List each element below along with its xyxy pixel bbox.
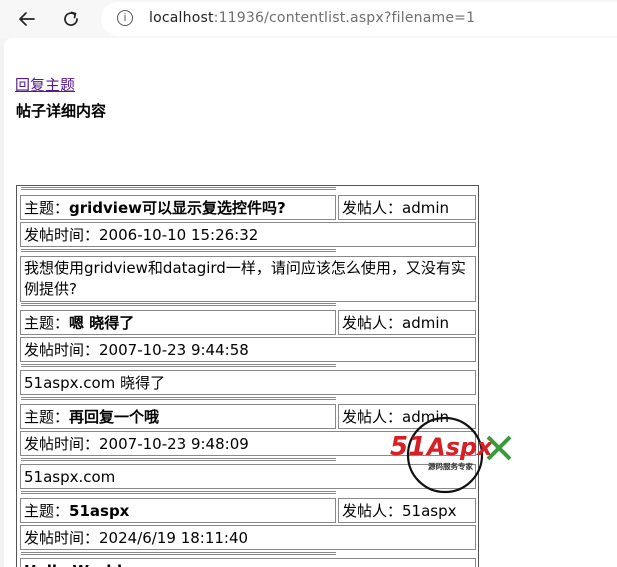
post-time-cell: 发帖时间：2024/6/19 18:11:40 bbox=[20, 525, 476, 550]
post-poster: 51aspx bbox=[402, 502, 457, 520]
post-time: 2007-10-23 9:44:58 bbox=[99, 341, 249, 359]
post-subject: 再回复一个哦 bbox=[69, 408, 160, 426]
reload-button[interactable] bbox=[56, 4, 86, 34]
watermark-tagline: 源码服务专家 bbox=[428, 461, 473, 471]
separator-line bbox=[21, 249, 336, 252]
subject-label: 主题： bbox=[24, 199, 70, 217]
time-label: 发帖时间： bbox=[24, 226, 100, 244]
site-info-icon[interactable]: i bbox=[117, 10, 133, 26]
page-content: 回复主题 帖子详细内容 主题：gridview可以显示复选控件吗? 发帖人：ad… bbox=[4, 38, 617, 567]
post-time-cell: 发帖时间：2006-10-10 15:26:32 bbox=[20, 222, 476, 247]
watermark-51: 51 bbox=[390, 432, 426, 462]
post-subject: gridview可以显示复选控件吗? bbox=[69, 199, 286, 217]
post-time: 2007-10-23 9:48:09 bbox=[99, 435, 249, 453]
subject-label: 主题： bbox=[24, 314, 70, 332]
reload-icon bbox=[64, 11, 78, 26]
post-subject-cell: 主题：再回复一个哦 bbox=[20, 404, 336, 429]
address-bar[interactable]: i localhost:11936/contentlist.aspx?filen… bbox=[101, 2, 617, 36]
separator-line bbox=[21, 303, 336, 306]
post-content-cell: Hello World bbox=[20, 558, 476, 567]
post-time: 2024/6/19 18:11:40 bbox=[99, 529, 249, 547]
post-content-cell: 我想使用gridview和datagird一样，请问应该怎么使用，又没有实例提供… bbox=[20, 256, 476, 302]
poster-label: 发帖人： bbox=[342, 502, 403, 520]
poster-label: 发帖人： bbox=[342, 314, 403, 332]
post-subject-cell: 主题：嗯 晓得了 bbox=[20, 310, 336, 335]
watermark-aspx: Aspx bbox=[425, 433, 494, 461]
reply-topic-link[interactable]: 回复主题 bbox=[15, 74, 75, 95]
post-subject-cell: 主题：51aspx bbox=[20, 498, 336, 523]
post-content-cell: 51aspx.com 晓得了 bbox=[20, 370, 476, 395]
post-poster: admin bbox=[402, 199, 450, 217]
time-label: 发帖时间： bbox=[24, 435, 100, 453]
post-list-table: 主题：gridview可以显示复选控件吗? 发帖人：admin 发帖时间：200… bbox=[16, 185, 479, 567]
separator-line bbox=[21, 552, 336, 555]
post-poster: admin bbox=[402, 314, 450, 332]
separator-line bbox=[21, 397, 336, 400]
poster-label: 发帖人： bbox=[342, 199, 403, 217]
subject-label: 主题： bbox=[24, 502, 70, 520]
post-subject: 51aspx bbox=[69, 502, 130, 520]
subject-label: 主题： bbox=[24, 408, 70, 426]
51aspx-watermark-logo: 51 Aspx 源码服务专家 bbox=[390, 416, 512, 494]
post-subject: 嗯 晓得了 bbox=[69, 314, 135, 332]
post-subject-cell: 主题：gridview可以显示复选控件吗? bbox=[20, 195, 336, 220]
post-time-cell: 发帖时间：2007-10-23 9:44:58 bbox=[20, 337, 476, 362]
separator-line bbox=[21, 364, 336, 367]
back-arrow-icon bbox=[19, 12, 35, 26]
url-host: localhost bbox=[149, 10, 214, 26]
separator-line bbox=[21, 491, 336, 494]
browser-toolbar: i localhost:11936/contentlist.aspx?filen… bbox=[0, 0, 617, 38]
time-label: 发帖时间： bbox=[24, 341, 100, 359]
separator-line bbox=[21, 187, 336, 190]
url-path: :11936/contentlist.aspx?filename=1 bbox=[213, 10, 476, 26]
separator-line bbox=[21, 458, 336, 461]
url-text[interactable]: localhost:11936/contentlist.aspx?filenam… bbox=[149, 10, 475, 26]
page-title: 帖子详细内容 bbox=[16, 102, 107, 120]
post-poster-cell: 发帖人：51aspx bbox=[338, 498, 476, 523]
post-poster-cell: 发帖人：admin bbox=[338, 310, 476, 335]
post-poster-cell: 发帖人：admin bbox=[338, 195, 476, 220]
back-button[interactable] bbox=[12, 4, 42, 34]
post-time: 2006-10-10 15:26:32 bbox=[99, 226, 259, 244]
time-label: 发帖时间： bbox=[24, 529, 100, 547]
